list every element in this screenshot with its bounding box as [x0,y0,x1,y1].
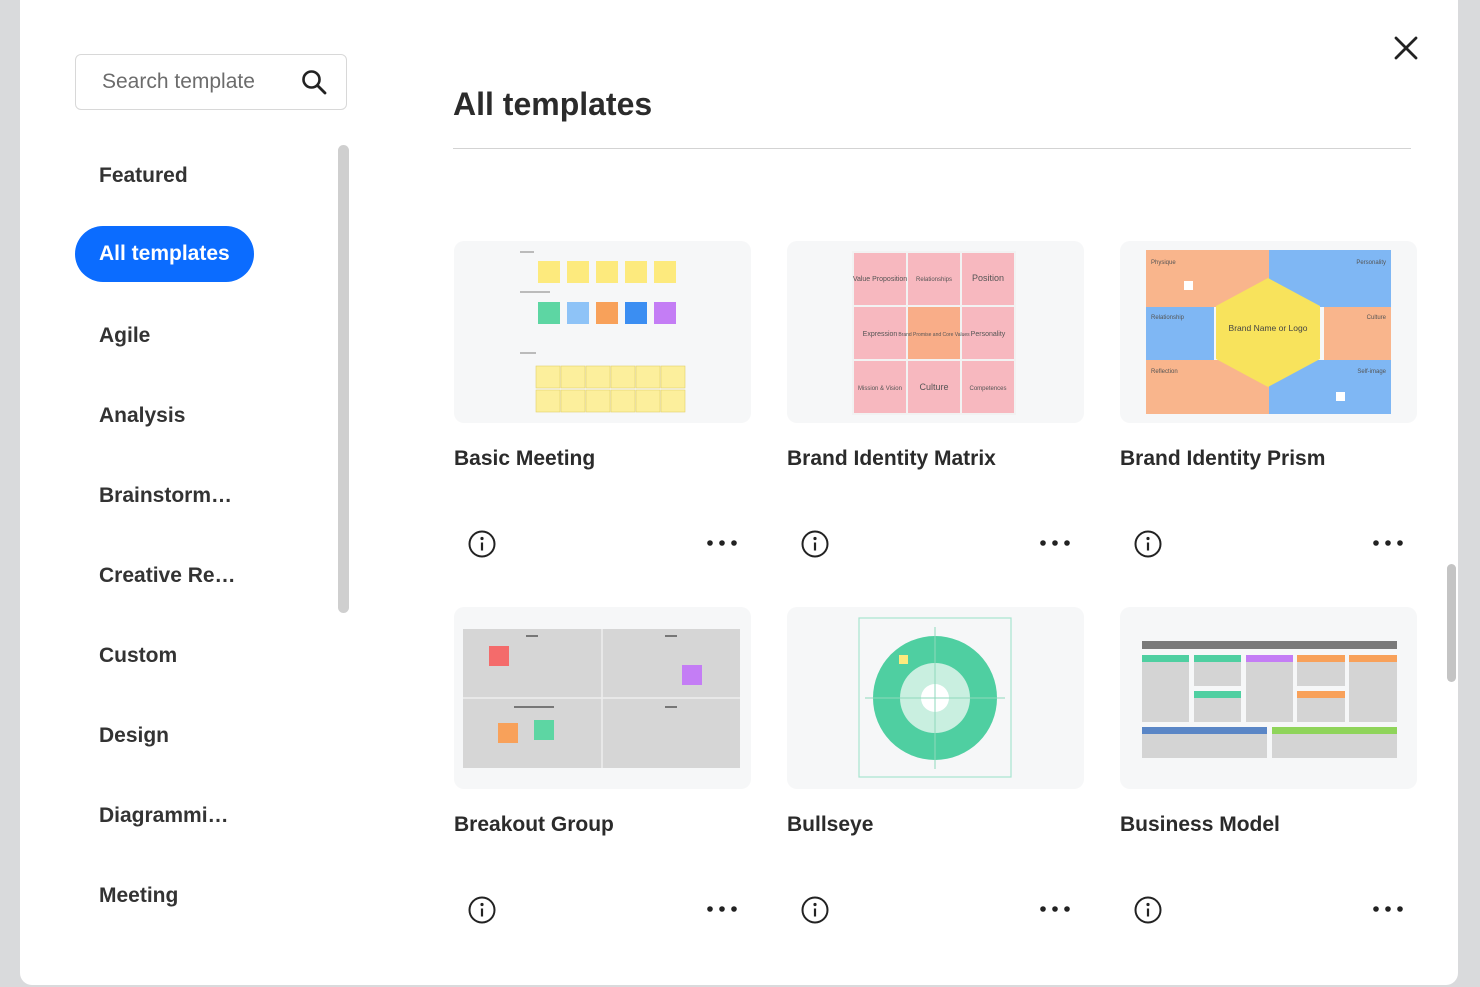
more-icon[interactable] [1039,903,1071,915]
category-analysis[interactable]: Analysis [75,388,209,444]
search-icon[interactable] [300,68,328,96]
category-creative-review[interactable]: Creative Re… [75,548,260,604]
more-icon[interactable] [706,903,738,915]
template-name: Business Model [1120,813,1280,836]
business-model-preview [1142,641,1397,758]
template-name: Basic Meeting [454,447,596,470]
basic-meeting-preview [520,251,686,413]
category-sidebar: Featured All templates Agile Analysis Br… [75,135,345,935]
brand-identity-matrix-preview: Value Proposition Relationships Position… [852,251,1016,415]
category-diagramming[interactable]: Diagrammi… [75,788,253,844]
matrix-cell-position: Position [972,273,1004,283]
matrix-cell-competences: Competences [969,386,1006,392]
template-thumbnail[interactable] [787,607,1084,789]
template-name: Breakout Group [454,813,614,836]
close-icon[interactable] [1390,32,1422,64]
template-name: Bullseye [787,813,874,836]
prism-label-physique: Physique [1151,260,1176,266]
prism-label-reflection: Reflection [1151,369,1178,375]
prism-label-self-image: Self-image [1357,369,1386,375]
prism-label-relationship: Relationship [1151,315,1185,321]
sidebar-scrollbar[interactable] [338,145,349,613]
category-meeting[interactable]: Meeting [75,868,202,924]
category-design[interactable]: Design [75,708,193,764]
info-icon[interactable] [800,529,830,559]
template-picker-modal: Featured All templates Agile Analysis Br… [20,0,1458,985]
template-thumbnail[interactable] [1120,607,1417,789]
matrix-cell-brand-promise: Brand Promise and Core Values [898,332,970,338]
category-brainstorming[interactable]: Brainstorm… [75,468,256,524]
more-icon[interactable] [1372,903,1404,915]
prism-label-personality: Personality [1356,260,1386,266]
category-custom[interactable]: Custom [75,628,201,684]
matrix-cell-relationships: Relationships [916,277,952,283]
template-thumbnail[interactable]: Physique Personality Relationship Cultur… [1120,241,1417,423]
more-icon[interactable] [1372,537,1404,549]
template-name: Brand Identity Prism [1120,447,1326,470]
info-icon[interactable] [467,895,497,925]
more-icon[interactable] [706,537,738,549]
matrix-cell-value-proposition: Value Proposition [853,276,907,283]
info-icon[interactable] [1133,895,1163,925]
brand-identity-prism-preview: Physique Personality Relationship Cultur… [1146,250,1391,414]
search-input[interactable] [100,69,300,95]
main-scrollbar[interactable] [1447,564,1456,682]
template-thumbnail[interactable] [454,241,751,423]
search-box [75,54,347,110]
template-thumbnail[interactable]: Value Proposition Relationships Position… [787,241,1084,423]
category-featured[interactable]: Featured [75,148,212,204]
more-icon[interactable] [1039,537,1071,549]
page-title: All templates [453,86,653,122]
bullseye-preview [858,617,1012,778]
breakout-group-preview [463,629,740,768]
title-divider [453,148,1411,149]
prism-label-culture: Culture [1367,315,1387,321]
matrix-cell-culture: Culture [919,382,948,392]
category-all-templates[interactable]: All templates [75,226,254,282]
matrix-cell-expression: Expression [863,331,898,338]
info-icon[interactable] [800,895,830,925]
template-name: Brand Identity Matrix [787,447,996,470]
category-agile[interactable]: Agile [75,308,174,364]
matrix-cell-personality: Personality [971,331,1006,338]
template-thumbnail[interactable] [454,607,751,789]
info-icon[interactable] [467,529,497,559]
matrix-cell-mission-vision: Mission & Vision [858,386,902,392]
info-icon[interactable] [1133,529,1163,559]
prism-center-label: Brand Name or Logo [1229,323,1308,333]
